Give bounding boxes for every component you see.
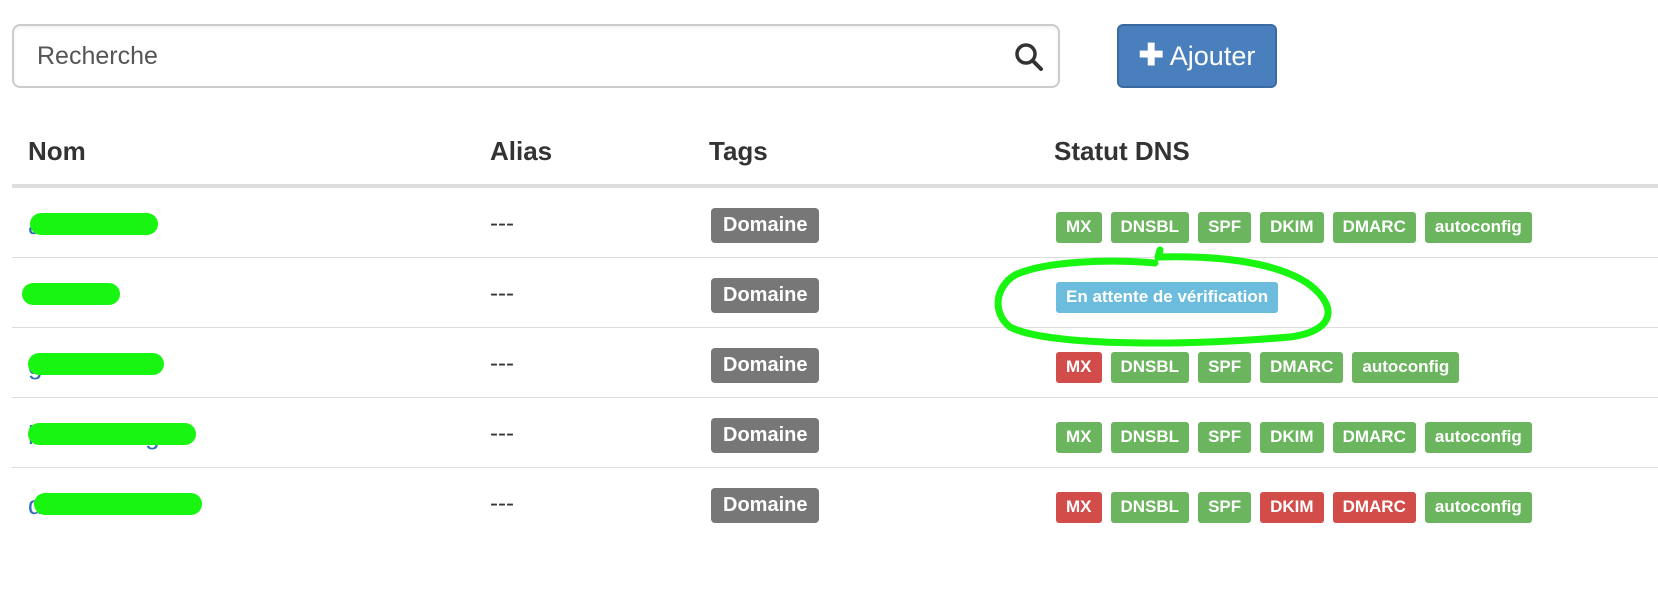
column-header-nom: Nom (28, 136, 86, 166)
tag-badge: Domaine (711, 418, 820, 453)
dns-badge-spf: SPF (1198, 492, 1252, 523)
domains-page: ✚ Ajouter Nom Alias Tags Statut DNS a m-… (0, 0, 1658, 596)
column-header-alias: Alias (490, 136, 553, 166)
dns-badge-dnsbl: DNSBL (1110, 212, 1190, 243)
table-row: f---DomaineEn attente de vérification (12, 258, 1658, 328)
search-icon[interactable] (1014, 42, 1044, 72)
dns-badge-autoconfig: autoconfig (1424, 492, 1532, 523)
dns-badge-spf: SPF (1198, 212, 1252, 243)
dns-badge-mx: MX (1056, 212, 1102, 243)
plus-icon: ✚ (1138, 39, 1164, 72)
alias-cell: --- (490, 420, 514, 447)
domains-table: Nom Alias Tags Statut DNS a m---DomaineM… (12, 118, 1658, 537)
add-button-label: Ajouter (1169, 40, 1256, 71)
dns-badge-autoconfig: autoconfig (1424, 212, 1532, 243)
dns-status-cell: MX DNSBL SPF DKIM DMARC autoconfig (1056, 492, 1532, 523)
dns-badge-dnsbl: DNSBL (1110, 422, 1190, 453)
dns-status-cell: En attente de vérification (1056, 282, 1279, 313)
redaction-mark (22, 283, 120, 305)
dns-badge-mx: MX (1056, 492, 1102, 523)
column-header-statut-dns: Statut DNS (1054, 136, 1190, 166)
dns-badge-dkim: DKIM (1260, 422, 1324, 453)
alias-cell: --- (490, 490, 514, 517)
tag-badge: Domaine (711, 488, 820, 523)
dns-badge-dkim: DKIM (1260, 492, 1324, 523)
alias-cell: --- (490, 280, 514, 307)
table-body: a m---DomaineMXDNSBLSPFDKIMDMARCautoconf… (12, 188, 1658, 537)
alias-cell: --- (490, 350, 514, 377)
dns-badge-autoconfig: autoconfig (1352, 352, 1460, 383)
table-row: a m---DomaineMXDNSBLSPFDKIMDMARCautoconf… (12, 188, 1658, 258)
dns-badge-dnsbl: DNSBL (1110, 492, 1190, 523)
dns-badge-mx: MX (1056, 422, 1102, 453)
dns-badge-autoconfig: autoconfig (1424, 422, 1532, 453)
dns-badge-en-attente-de-v-rification: En attente de vérification (1056, 282, 1279, 313)
table-row: g---DomaineMXDNSBLSPFDMARCautoconfig (12, 328, 1658, 398)
redaction-mark (28, 423, 196, 445)
table-row: d ---DomaineMXDNSBLSPFDKIMDMARCautoconfi… (12, 468, 1658, 537)
dns-badge-mx: MX (1056, 352, 1102, 383)
column-header-tags: Tags (709, 136, 768, 166)
dns-badge-dmarc: DMARC (1332, 212, 1416, 243)
dns-badge-dmarc: DMARC (1260, 352, 1344, 383)
dns-badge-dkim: DKIM (1260, 212, 1324, 243)
search-input[interactable] (14, 26, 997, 86)
dns-status-cell: MX DNSBL SPF DKIM DMARC autoconfig (1056, 422, 1532, 453)
dns-badge-dnsbl: DNSBL (1110, 352, 1190, 383)
redaction-mark (30, 213, 158, 235)
redaction-mark (34, 493, 202, 515)
dns-badge-spf: SPF (1198, 352, 1252, 383)
dns-status-cell: MX DNSBL SPF DMARC autoconfig (1056, 352, 1460, 383)
table-header: Nom Alias Tags Statut DNS (12, 118, 1658, 188)
tag-badge: Domaine (711, 208, 820, 243)
dns-badge-dmarc: DMARC (1332, 422, 1416, 453)
alias-cell: --- (490, 210, 514, 237)
redaction-mark (28, 353, 164, 375)
tag-badge: Domaine (711, 278, 820, 313)
dns-badge-dmarc: DMARC (1332, 492, 1416, 523)
tag-badge: Domaine (711, 348, 820, 383)
table-row: herkate.org---DomaineMXDNSBLSPFDKIMDMARC… (12, 398, 1658, 468)
search-box[interactable] (12, 24, 1060, 88)
add-button[interactable]: ✚ Ajouter (1117, 24, 1277, 88)
dns-badge-spf: SPF (1198, 422, 1252, 453)
dns-status-cell: MX DNSBL SPF DKIM DMARC autoconfig (1056, 212, 1532, 243)
